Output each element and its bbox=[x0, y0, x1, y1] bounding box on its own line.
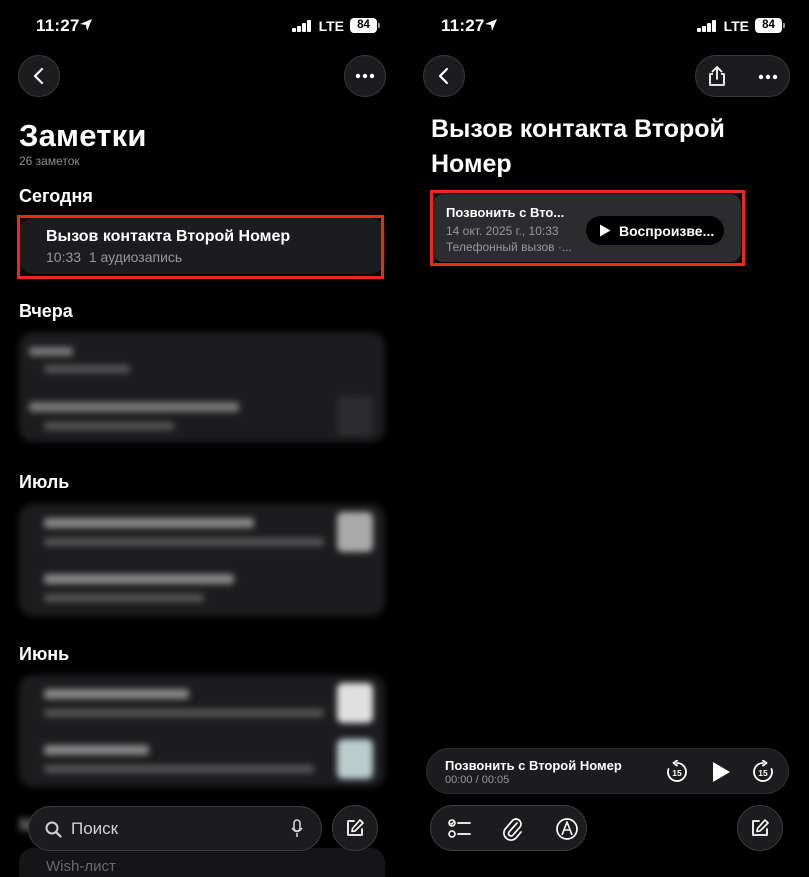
location-arrow-icon bbox=[485, 19, 497, 31]
signal-strength-icon bbox=[697, 20, 717, 32]
notes-count: 26 заметок bbox=[19, 154, 80, 168]
back-button[interactable] bbox=[423, 55, 465, 97]
section-header-july: Июль bbox=[19, 472, 70, 492]
player-title: Позвонить с Второй Номер bbox=[445, 758, 622, 773]
checklist-icon[interactable] bbox=[448, 818, 472, 840]
notes-list-screen: 11:27 LTE 84 Заметки 26 заметок Сегодня … bbox=[0, 0, 404, 877]
ellipsis-icon bbox=[355, 73, 375, 79]
highlight-box bbox=[430, 190, 745, 266]
formatting-toolbar bbox=[430, 805, 587, 851]
compose-icon bbox=[752, 819, 769, 836]
page-title: Заметки bbox=[19, 118, 147, 153]
note-detail-screen: 11:27 LTE 84 Вызов контакта Второй Номер… bbox=[405, 0, 809, 877]
section-header-yesterday: Вчера bbox=[19, 301, 73, 321]
search-icon bbox=[45, 821, 62, 838]
play-button[interactable] bbox=[711, 761, 731, 783]
chevron-left-icon bbox=[33, 67, 44, 85]
signal-strength-icon bbox=[292, 20, 312, 32]
status-time: 11:27 bbox=[441, 16, 485, 35]
skip-back-15-button[interactable]: 15 bbox=[665, 759, 689, 784]
skip-forward-seconds: 15 bbox=[758, 768, 768, 778]
audio-player-bar: Позвонить с Второй Номер 00:00 / 00:05 1… bbox=[426, 748, 789, 794]
location-arrow-icon bbox=[80, 19, 92, 31]
battery-indicator: 84 bbox=[755, 18, 785, 33]
skip-back-icon: 15 bbox=[667, 759, 687, 782]
markup-pen-icon[interactable] bbox=[555, 817, 579, 841]
ellipsis-icon[interactable] bbox=[758, 74, 778, 80]
share-icon[interactable] bbox=[707, 65, 727, 87]
more-button[interactable] bbox=[344, 55, 386, 97]
notes-group-june[interactable] bbox=[19, 675, 385, 787]
microphone-icon[interactable] bbox=[291, 819, 303, 838]
skip-forward-15-button[interactable]: 15 bbox=[751, 759, 775, 784]
notes-group-july[interactable] bbox=[19, 504, 385, 616]
status-bar: 11:27 LTE 84 bbox=[0, 16, 404, 38]
back-button[interactable] bbox=[18, 55, 60, 97]
battery-indicator: 84 bbox=[350, 18, 380, 33]
network-type: LTE bbox=[318, 18, 344, 34]
player-progress: 00:00 / 00:05 bbox=[445, 774, 510, 786]
note-title: Wish-лист bbox=[46, 858, 116, 875]
status-time: 11:27 bbox=[36, 16, 80, 35]
note-item-wishlist[interactable]: Wish-лист bbox=[19, 848, 385, 877]
paperclip-icon[interactable] bbox=[503, 817, 523, 841]
section-header-today: Сегодня bbox=[19, 186, 93, 206]
chevron-left-icon bbox=[438, 67, 449, 85]
note-title[interactable]: Вызов контакта Второй Номер bbox=[431, 112, 791, 182]
compose-icon bbox=[347, 819, 364, 836]
section-header-june: Июнь bbox=[19, 644, 70, 664]
search-placeholder: Поиск bbox=[71, 819, 119, 838]
search-input[interactable]: Поиск bbox=[28, 806, 322, 851]
network-type: LTE bbox=[723, 18, 749, 34]
notes-group-yesterday[interactable] bbox=[19, 332, 385, 442]
actions-pill bbox=[695, 55, 790, 97]
compose-button[interactable] bbox=[737, 805, 783, 851]
play-icon bbox=[713, 762, 730, 782]
highlight-box bbox=[17, 215, 384, 279]
compose-button[interactable] bbox=[332, 805, 378, 851]
skip-forward-icon: 15 bbox=[753, 759, 773, 782]
status-bar: 11:27 LTE 84 bbox=[405, 16, 809, 38]
skip-back-seconds: 15 bbox=[672, 768, 682, 778]
